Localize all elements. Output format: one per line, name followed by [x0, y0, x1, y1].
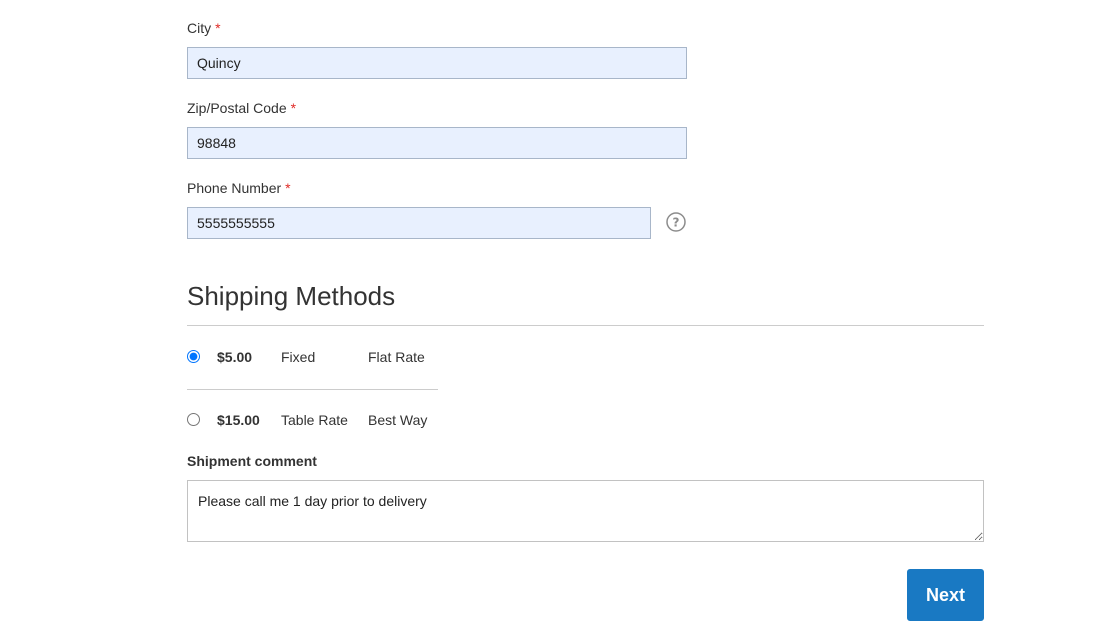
next-button[interactable]: Next [907, 569, 984, 621]
phone-input[interactable] [187, 207, 651, 239]
shipment-comment-textarea[interactable]: Please call me 1 day prior to delivery [187, 480, 984, 542]
shipment-comment-label: Shipment comment [187, 453, 317, 469]
method-price: $15.00 [217, 412, 260, 428]
shipping-methods-title: Shipping Methods [187, 281, 396, 311]
shipping-method-row[interactable]: $5.00 Fixed Flat Rate [187, 346, 447, 370]
shipping-method-row[interactable]: $15.00 Table Rate Best Way [187, 409, 447, 433]
zip-input[interactable] [187, 127, 687, 159]
shipping-method-radio-flatrate[interactable] [187, 350, 200, 363]
method-carrier: Table Rate [281, 412, 348, 428]
method-divider [187, 389, 438, 390]
method-carrier: Fixed [281, 349, 316, 365]
zip-label: Zip/Postal Code * [187, 100, 297, 116]
method-name: Flat Rate [368, 349, 425, 365]
method-name: Best Way [368, 412, 428, 428]
shipping-method-radio-tablerate[interactable] [187, 413, 200, 426]
required-mark: * [285, 180, 291, 196]
city-input[interactable] [187, 47, 687, 79]
svg-text:?: ? [673, 216, 680, 230]
required-mark: * [290, 100, 297, 116]
phone-label: Phone Number * [187, 180, 291, 196]
method-price: $5.00 [217, 349, 253, 365]
question-circle-icon[interactable]: ? [666, 212, 686, 232]
city-label: City * [187, 20, 221, 36]
section-divider [187, 325, 984, 326]
required-mark: * [215, 20, 221, 36]
